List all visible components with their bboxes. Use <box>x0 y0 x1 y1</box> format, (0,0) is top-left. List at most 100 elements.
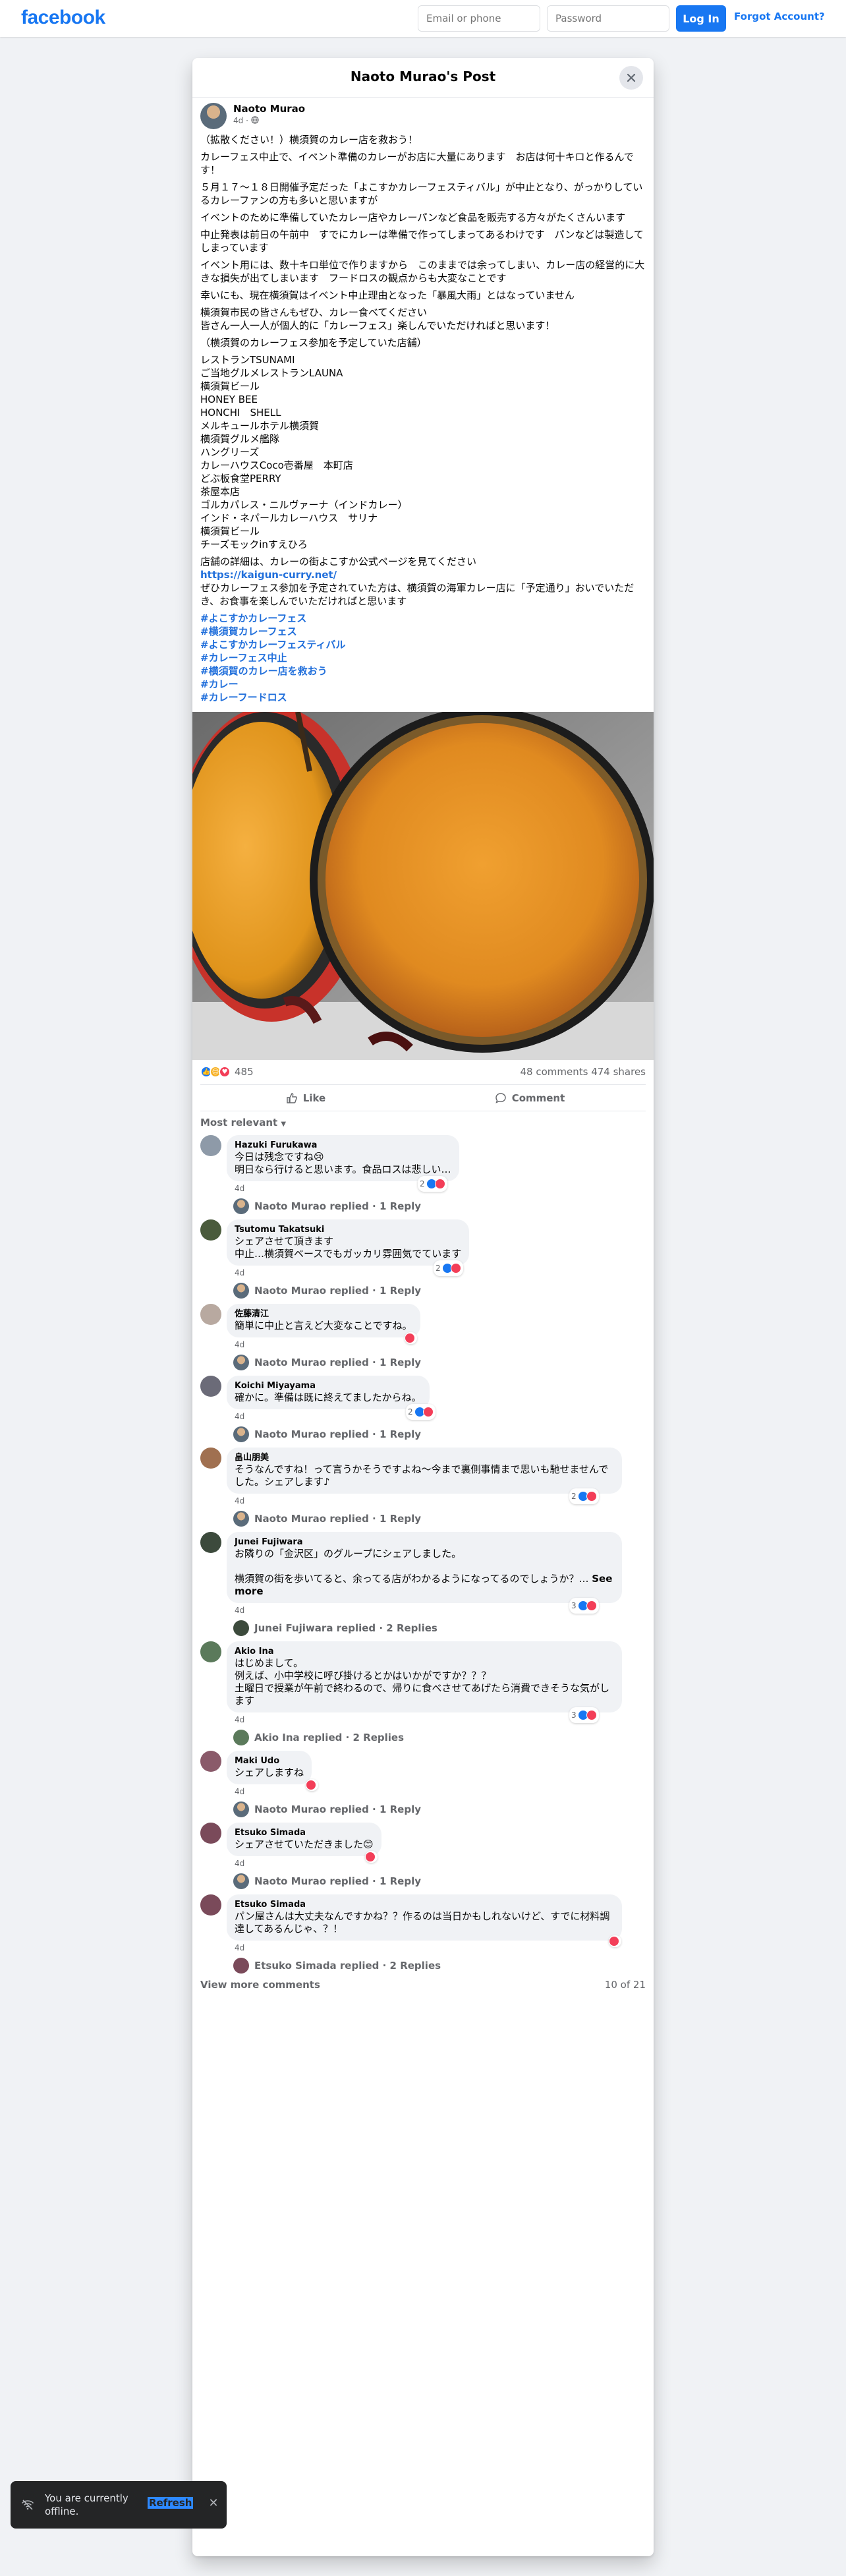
avatar[interactable] <box>200 1376 221 1397</box>
comment-reactions[interactable]: 2 <box>434 1260 463 1276</box>
comment-time[interactable]: 4d <box>235 1412 244 1421</box>
official-site-link[interactable]: https://kaigun-curry.net/ <box>200 569 337 581</box>
comment-time[interactable]: 4d <box>235 1496 244 1506</box>
view-replies-link[interactable]: Naoto Murao replied · 1 Reply <box>233 1511 646 1527</box>
dialog-header: Naoto Murao's Post <box>192 58 654 98</box>
hashtag-link[interactable]: #カレー <box>200 678 646 691</box>
password-field[interactable] <box>547 5 669 32</box>
hashtag-link[interactable]: #カレーフェス中止 <box>200 651 646 664</box>
comment: Koichi Miyayama 確かに。準備は既に終えてましたからね。 4d 2 Nao… <box>200 1376 646 1442</box>
post-photo[interactable] <box>192 712 654 1060</box>
comment-author[interactable]: Junei Fujiwara <box>235 1537 614 1548</box>
love-reaction-icon <box>450 1263 461 1273</box>
forgot-account-link[interactable]: Forgot Account? <box>734 11 825 22</box>
view-replies-link[interactable]: Naoto Murao replied · 1 Reply <box>233 1283 646 1299</box>
hashtag-link[interactable]: #横須賀カレーフェス <box>200 625 646 638</box>
view-replies-link[interactable]: Naoto Murao replied · 1 Reply <box>233 1801 646 1817</box>
avatar[interactable] <box>200 1894 221 1916</box>
avatar[interactable] <box>200 1751 221 1772</box>
comment-time[interactable]: 4d <box>235 1787 244 1796</box>
view-replies-link[interactable]: Naoto Murao replied · 1 Reply <box>233 1873 646 1889</box>
reply-summary: Naoto Murao replied · 1 Reply <box>254 1200 422 1212</box>
comment-author[interactable]: 佐藤清江 <box>235 1309 412 1320</box>
post-author-name[interactable]: Naoto Murao <box>233 103 305 115</box>
comment-text: はじめまして。 例えば、小中学校に呼び掛けるとかはいかがですか？？？ 土曜日で授… <box>235 1657 609 1707</box>
top-navigation-bar: facebook Log In Forgot Account? <box>0 0 846 37</box>
comment-author[interactable]: 畠山朋美 <box>235 1453 614 1463</box>
view-more-comments-link[interactable]: View more comments <box>200 1979 320 1991</box>
avatar[interactable] <box>200 1219 221 1241</box>
comment-reactions[interactable]: 3 <box>569 1598 599 1614</box>
comment-author[interactable]: Akio Ina <box>235 1647 614 1657</box>
comment-author[interactable]: Etsuko Simada <box>235 1828 374 1838</box>
facebook-logo[interactable]: facebook <box>21 7 105 29</box>
post-time[interactable]: 4d <box>233 116 243 125</box>
post-paragraph: （拡散ください！）横須賀のカレー店を救おう！ <box>200 134 418 146</box>
view-replies-link[interactable]: Naoto Murao replied · 1 Reply <box>233 1198 646 1214</box>
close-icon[interactable] <box>619 66 643 90</box>
avatar[interactable] <box>200 1532 221 1553</box>
refresh-button[interactable]: Refresh <box>148 2497 194 2509</box>
comment-bubble-icon <box>495 1093 506 1103</box>
hashtag-link[interactable]: #よこすかカレーフェスティバル <box>200 638 646 651</box>
hashtag-link[interactable]: #よこすかカレーフェス <box>200 612 646 625</box>
comment-author[interactable]: Etsuko Simada <box>235 1900 614 1910</box>
view-replies-link[interactable]: Naoto Murao replied · 1 Reply <box>233 1355 646 1370</box>
shares-count[interactable]: 474 shares <box>591 1066 646 1078</box>
comment-content: Etsuko Simada シェアさせていただきました😊 4d <box>227 1823 646 1871</box>
comment-time[interactable]: 4d <box>235 1340 244 1349</box>
comment-time[interactable]: 4d <box>235 1268 244 1277</box>
comment-reactions[interactable]: 2 <box>569 1488 599 1504</box>
avatar[interactable] <box>200 1823 221 1844</box>
comment-reactions[interactable] <box>405 1332 417 1344</box>
login-button[interactable]: Log In <box>676 5 726 32</box>
avatar[interactable] <box>200 1135 221 1156</box>
avatar[interactable] <box>200 1448 221 1469</box>
comment-footer: 4d 2 <box>227 1176 646 1196</box>
avatar[interactable] <box>200 1641 221 1662</box>
comment-time[interactable]: 4d <box>235 1943 244 1952</box>
avatar <box>233 1958 249 1974</box>
email-field[interactable] <box>418 5 540 32</box>
comment-reactions[interactable] <box>365 1851 378 1863</box>
shop-item: 横須賀ビール <box>200 525 260 537</box>
comment-reactions[interactable]: 3 <box>569 1707 599 1723</box>
post-dialog: Naoto Murao's Post Naoto Murao 4d · （拡散く… <box>192 58 654 2556</box>
comment-time[interactable]: 4d <box>235 1715 244 1724</box>
comment-author[interactable]: Maki Udo <box>235 1756 304 1767</box>
comments-count[interactable]: 48 comments <box>520 1066 588 1078</box>
reply-summary: Etsuko Simada replied · 2 Replies <box>254 1960 441 1972</box>
comment: Akio Ina はじめまして。 例えば、小中学校に呼び掛けるとかはいかがですか？… <box>200 1641 646 1745</box>
hashtag-link[interactable]: #横須賀のカレー店を救おう <box>200 664 646 678</box>
shop-item: HONEY BEE <box>200 394 258 405</box>
comment: 佐藤清江 簡単に中止と言えど大変なことですね。 4d Naoto Murao repl… <box>200 1304 646 1370</box>
like-button[interactable]: Like <box>200 1089 411 1107</box>
post-author-row: Naoto Murao 4d · <box>200 102 654 131</box>
comment-reactions[interactable]: 2 <box>406 1404 436 1420</box>
avatar[interactable] <box>200 1304 221 1325</box>
view-replies-link[interactable]: Naoto Murao replied · 1 Reply <box>233 1426 646 1442</box>
reaction-summary[interactable]: 👍 😊 ♥ 485 <box>200 1066 254 1078</box>
comment-reactions[interactable]: 2 <box>418 1176 447 1192</box>
view-replies-link[interactable]: Akio Ina replied · 2 Replies <box>233 1730 646 1745</box>
comment-time[interactable]: 4d <box>235 1859 244 1868</box>
love-reaction-icon <box>586 1710 597 1720</box>
comment-bubble: Hazuki Furukawa 今日は残念ですね😢 明日なら行けると思います。食品… <box>227 1135 459 1181</box>
love-reaction-icon <box>405 1333 415 1343</box>
close-icon[interactable]: ✕ <box>206 2496 221 2511</box>
comment-reactions[interactable] <box>609 1935 621 1947</box>
comment-time[interactable]: 4d <box>235 1606 244 1615</box>
hashtag-link[interactable]: #カレーフードロス <box>200 691 646 704</box>
view-replies-link[interactable]: Junei Fujiwara replied · 2 Replies <box>233 1620 646 1636</box>
comment-button[interactable]: Comment <box>424 1089 635 1107</box>
comment-author[interactable]: Tsutomu Takatsuki <box>235 1225 461 1235</box>
comment-reactions[interactable] <box>306 1779 318 1791</box>
comment-sort-dropdown[interactable]: Most relevant ▼ <box>200 1117 646 1128</box>
comment-author[interactable]: Hazuki Furukawa <box>235 1140 451 1151</box>
comment-time[interactable]: 4d <box>235 1184 244 1193</box>
comment-author[interactable]: Koichi Miyayama <box>235 1381 422 1391</box>
view-replies-link[interactable]: Etsuko Simada replied · 2 Replies <box>233 1958 646 1974</box>
avatar[interactable] <box>200 103 227 129</box>
reply-summary: Naoto Murao replied · 1 Reply <box>254 1513 422 1525</box>
comment-text: シェアさせていただきました😊 <box>235 1838 374 1850</box>
